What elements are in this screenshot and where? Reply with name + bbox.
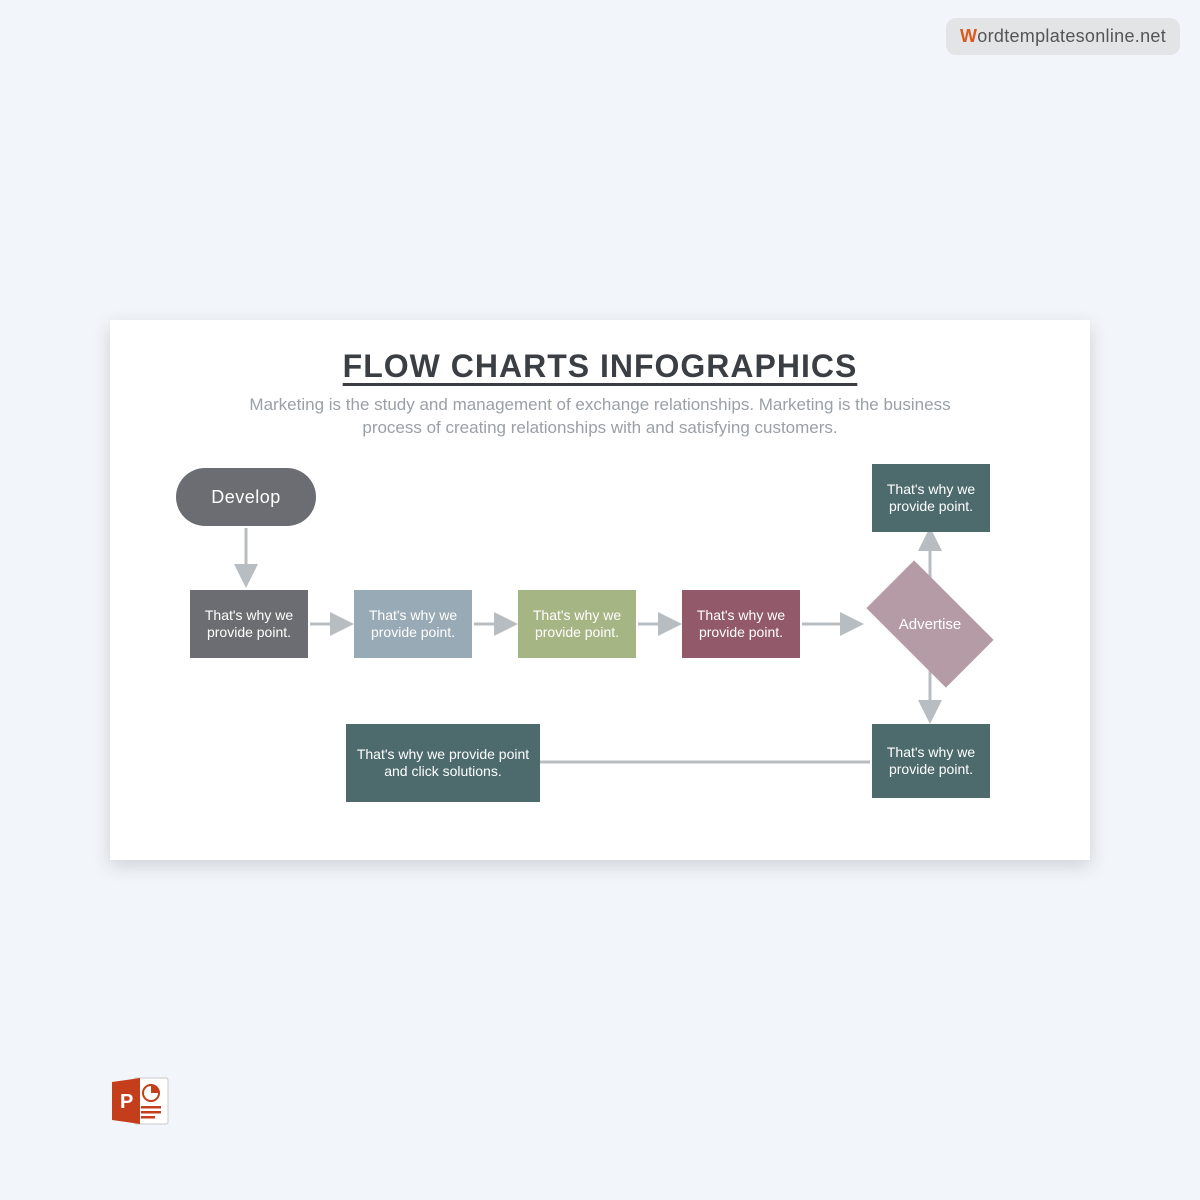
slide-inner: FLOW CHARTS INFOGRAPHICS Marketing is th… xyxy=(110,320,1090,860)
watermark-first-letter: W xyxy=(960,26,977,46)
node-box-4: That's why we provide point. xyxy=(682,590,800,658)
node-develop: Develop xyxy=(176,468,316,526)
watermark-badge: Wordtemplatesonline.net xyxy=(946,18,1180,55)
node-advertise-diamond: Advertise xyxy=(865,580,995,668)
node-box-2: That's why we provide point. xyxy=(354,590,472,658)
diamond-label: Advertise xyxy=(865,580,995,668)
powerpoint-icon: P xyxy=(110,1072,172,1130)
watermark-text: ordtemplatesonline.net xyxy=(977,26,1166,46)
node-box-1: That's why we provide point. xyxy=(190,590,308,658)
slide-card: FLOW CHARTS INFOGRAPHICS Marketing is th… xyxy=(110,320,1090,860)
node-solutions: That's why we provide point and click so… xyxy=(346,724,540,802)
node-bottom-teal: That's why we provide point. xyxy=(872,724,990,798)
node-box-3: That's why we provide point. xyxy=(518,590,636,658)
svg-text:P: P xyxy=(120,1091,133,1113)
node-top-teal: That's why we provide point. xyxy=(872,464,990,532)
